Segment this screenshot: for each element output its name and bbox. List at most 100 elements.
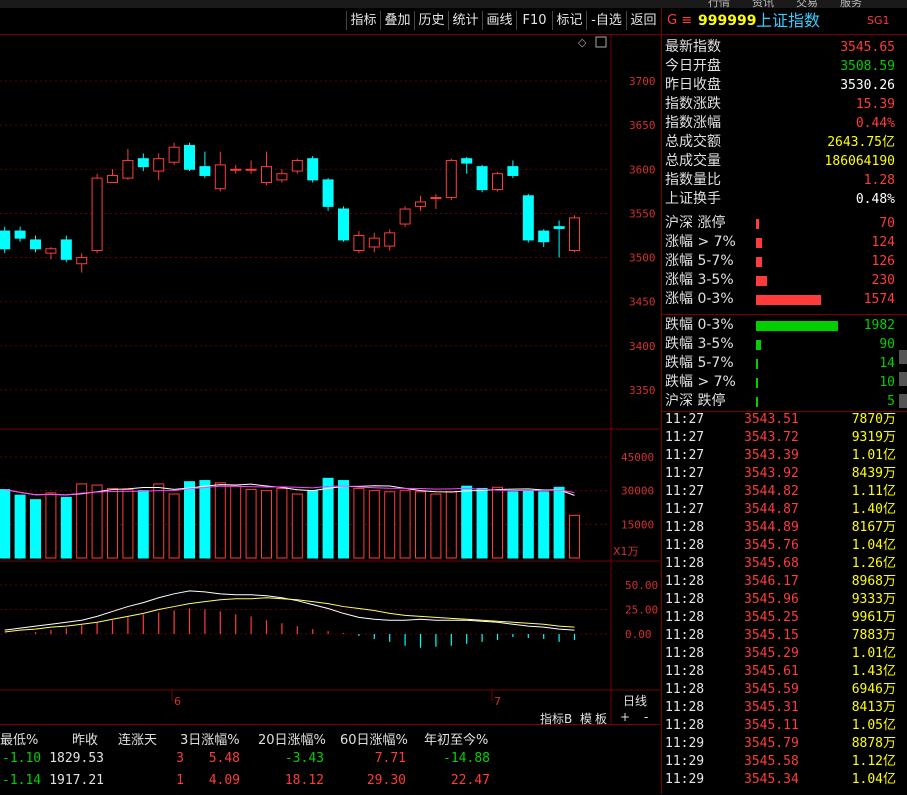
candle[interactable] <box>307 156 319 183</box>
candle[interactable] <box>261 151 272 186</box>
overlay-button[interactable]: 叠加 <box>380 11 414 30</box>
volume-bar[interactable] <box>430 493 442 559</box>
tick-row[interactable]: 11:27 3544.87 1.40亿 <box>662 501 898 519</box>
tick-row[interactable]: 11:28 3545.31 8413万 <box>662 699 898 717</box>
volume-bar[interactable] <box>168 493 180 559</box>
column-header[interactable]: 昨收 <box>72 729 98 748</box>
tick-row[interactable]: 11:29 3545.79 8878万 <box>662 735 898 753</box>
period-label[interactable]: 日线 <box>623 694 647 708</box>
volume-bar[interactable] <box>476 487 488 559</box>
tick-row[interactable]: 11:28 3545.25 9961万 <box>662 609 898 627</box>
candle[interactable] <box>492 171 503 192</box>
volume-bar[interactable] <box>461 485 473 559</box>
candle[interactable] <box>415 195 426 211</box>
tick-row[interactable]: 11:27 3543.72 9319万 <box>662 429 898 447</box>
volume-bar[interactable] <box>107 487 118 559</box>
candles[interactable] <box>0 142 580 273</box>
volume-bar[interactable] <box>276 487 288 559</box>
candle[interactable] <box>322 178 334 211</box>
volume-bar[interactable] <box>122 489 134 559</box>
candle[interactable] <box>45 246 57 260</box>
tick-row[interactable]: 11:27 3543.92 8439万 <box>662 465 898 483</box>
candle[interactable] <box>276 169 288 183</box>
candle[interactable] <box>553 220 565 258</box>
f10-button[interactable]: F10 <box>516 11 552 30</box>
candle[interactable] <box>107 169 118 184</box>
volume-bar[interactable] <box>553 486 565 559</box>
volume-bar[interactable] <box>91 484 103 559</box>
volume-bar[interactable] <box>45 492 57 559</box>
volume-bar[interactable] <box>368 490 380 559</box>
volume-bar[interactable] <box>184 481 195 559</box>
volume-bar[interactable] <box>291 493 303 559</box>
candle[interactable] <box>291 158 303 174</box>
tick-row[interactable]: 11:27 3543.51 7870万 <box>662 411 898 429</box>
volume-bar[interactable] <box>492 486 503 559</box>
tick-row[interactable]: 11:28 3545.96 9333万 <box>662 591 898 609</box>
volume-bar[interactable] <box>153 483 165 559</box>
volume-bars[interactable] <box>0 477 580 559</box>
draw-line-button[interactable]: 画线 <box>482 11 516 30</box>
volume-bar[interactable] <box>60 496 72 559</box>
tick-row[interactable]: 11:28 3544.89 8167万 <box>662 519 898 537</box>
tick-row[interactable]: 11:29 3545.58 1.12亿 <box>662 753 898 771</box>
add-watchlist-button[interactable]: -自选 <box>586 11 626 30</box>
template-tab-1[interactable]: 模 <box>580 710 592 727</box>
volume-bar[interactable] <box>261 490 272 559</box>
statistics-button[interactable]: 统计 <box>448 11 482 30</box>
volume-bar[interactable] <box>0 489 11 559</box>
column-header[interactable]: 连涨天 <box>118 729 157 748</box>
candle[interactable] <box>137 153 149 172</box>
volume-bar[interactable] <box>445 491 457 559</box>
candle[interactable] <box>384 229 396 251</box>
candle[interactable] <box>184 142 195 172</box>
tick-row[interactable]: 11:27 3544.82 1.11亿 <box>662 483 898 501</box>
candle[interactable] <box>430 194 442 210</box>
tick-row[interactable]: 11:28 3546.17 8968万 <box>662 573 898 591</box>
back-button[interactable]: 返回 <box>626 11 660 30</box>
column-header[interactable]: 60日涨幅% <box>340 729 408 748</box>
volume-bar[interactable] <box>76 483 88 559</box>
tick-row[interactable]: 11:28 3545.11 1.05亿 <box>662 717 898 735</box>
volume-bar[interactable] <box>415 491 426 559</box>
column-header[interactable]: 20日涨幅% <box>258 729 326 748</box>
candle[interactable] <box>153 153 165 180</box>
candle[interactable] <box>399 206 411 227</box>
candle[interactable] <box>338 206 349 242</box>
tick-row[interactable]: 11:28 3545.68 1.26亿 <box>662 555 898 573</box>
column-header[interactable]: 年初至今% <box>424 729 488 748</box>
indicator-b-tab[interactable]: 指标B <box>540 710 572 727</box>
candle[interactable] <box>199 151 211 179</box>
tick-row[interactable]: 11:27 3543.39 1.01亿 <box>662 447 898 465</box>
tick-row[interactable]: 11:28 3545.59 6946万 <box>662 681 898 699</box>
candle[interactable] <box>569 215 580 253</box>
tick-row[interactable]: 11:29 3545.34 1.04亿 <box>662 771 898 789</box>
candle[interactable] <box>461 156 473 174</box>
volume-bar[interactable] <box>230 485 242 559</box>
volume-bar[interactable] <box>522 490 534 559</box>
candle[interactable] <box>0 226 11 254</box>
macd-panel[interactable] <box>4 590 576 648</box>
candle[interactable] <box>122 148 134 180</box>
candle[interactable] <box>14 226 26 242</box>
zoom-in-button[interactable]: + <box>620 710 630 724</box>
volume-bar[interactable] <box>338 480 349 559</box>
volume-bar[interactable] <box>307 490 319 559</box>
tick-row[interactable]: 11:28 3545.29 1.01亿 <box>662 645 898 663</box>
chart-control-icons[interactable]: ◇ <box>578 36 607 49</box>
scrollbar[interactable] <box>899 350 907 450</box>
candle[interactable] <box>507 160 519 179</box>
volume-bar[interactable] <box>245 489 257 559</box>
candle[interactable] <box>214 151 226 192</box>
zoom-out-button[interactable]: - <box>644 710 648 724</box>
volume-bar[interactable] <box>353 487 365 559</box>
candle[interactable] <box>368 232 380 253</box>
kline-chart[interactable]: 3700 3650 3600 3550 3500 3450 3400 3350 45000 30… <box>0 34 660 724</box>
column-header[interactable]: 3日涨幅% <box>180 729 240 748</box>
candle[interactable] <box>91 173 103 254</box>
candle[interactable] <box>245 160 257 174</box>
candle[interactable] <box>30 235 41 253</box>
history-button[interactable]: 历史 <box>414 11 448 30</box>
volume-bar[interactable] <box>399 490 411 559</box>
template-tab-2[interactable]: 板 <box>595 710 607 727</box>
